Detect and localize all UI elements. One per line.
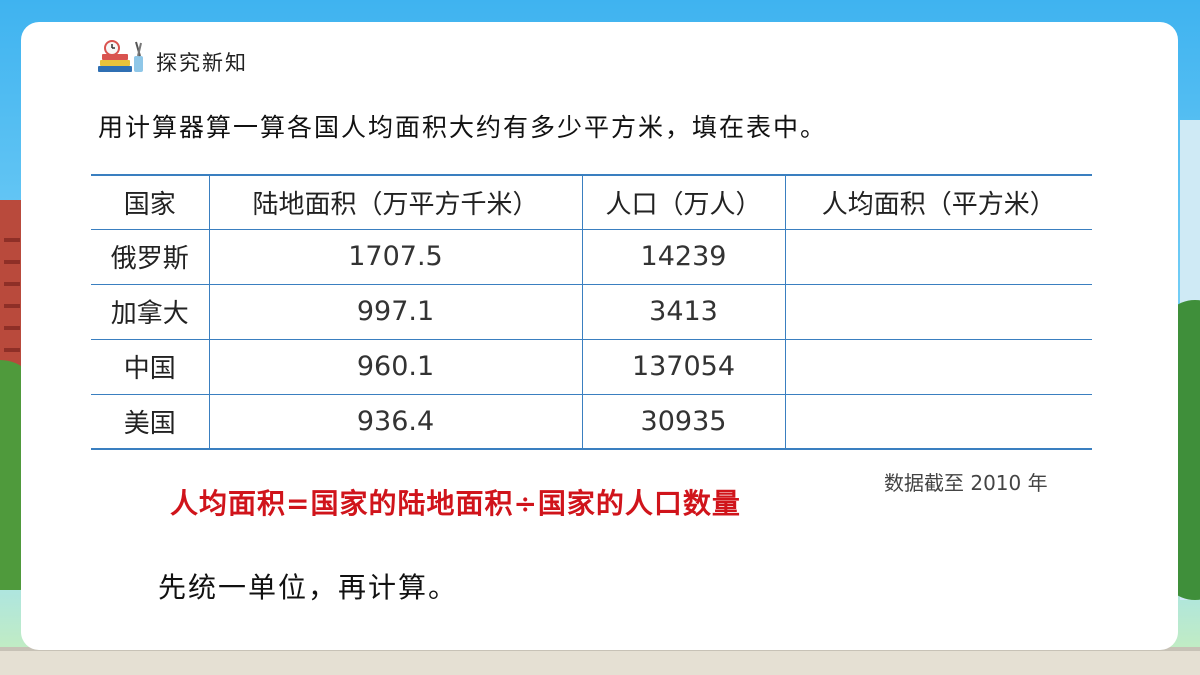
area-per-capita-cell[interactable] xyxy=(785,284,1092,340)
column-header-area-per-capita: 人均面积（平方米） xyxy=(785,174,1092,230)
country-cell: 俄罗斯 xyxy=(91,229,210,285)
background-ground xyxy=(0,647,1200,675)
formula-text: 人均面积=国家的陆地面积÷国家的人口数量 xyxy=(170,487,741,520)
area-per-capita-cell[interactable] xyxy=(785,339,1092,395)
table-row: 俄罗斯 1707.5 14239 xyxy=(91,229,1092,285)
table-row: 中国 960.1 137054 xyxy=(91,339,1092,395)
land-area-cell: 936.4 xyxy=(209,394,583,450)
population-cell: 30935 xyxy=(582,394,786,450)
table-row: 美国 936.4 30935 xyxy=(91,394,1092,450)
hint-text: 先统一单位，再计算。 xyxy=(158,571,459,604)
area-per-capita-cell[interactable] xyxy=(785,229,1092,285)
population-cell: 14239 xyxy=(582,229,786,285)
country-area-table: 国家 陆地面积（万平方千米） 人口（万人） 人均面积（平方米） 俄罗斯 1707… xyxy=(91,174,1092,450)
country-cell: 美国 xyxy=(91,394,210,450)
column-header-population: 人口（万人） xyxy=(582,174,786,230)
land-area-cell: 997.1 xyxy=(209,284,583,340)
section-title: 探究新知 xyxy=(156,51,248,75)
column-header-country: 国家 xyxy=(91,174,210,230)
country-cell: 加拿大 xyxy=(91,284,210,340)
population-cell: 137054 xyxy=(582,339,786,395)
area-per-capita-cell[interactable] xyxy=(785,394,1092,450)
column-header-land-area: 陆地面积（万平方千米） xyxy=(209,174,583,230)
country-cell: 中国 xyxy=(91,339,210,395)
data-source-note: 数据截至 2010 年 xyxy=(884,471,1048,495)
table-header-row: 国家 陆地面积（万平方千米） 人口（万人） 人均面积（平方米） xyxy=(91,174,1092,230)
books-clock-icon xyxy=(98,40,143,72)
table-row: 加拿大 997.1 3413 xyxy=(91,284,1092,340)
population-cell: 3413 xyxy=(582,284,786,340)
instruction-text: 用计算器算一算各国人均面积大约有多少平方米，填在表中。 xyxy=(98,113,828,142)
land-area-cell: 960.1 xyxy=(209,339,583,395)
land-area-cell: 1707.5 xyxy=(209,229,583,285)
